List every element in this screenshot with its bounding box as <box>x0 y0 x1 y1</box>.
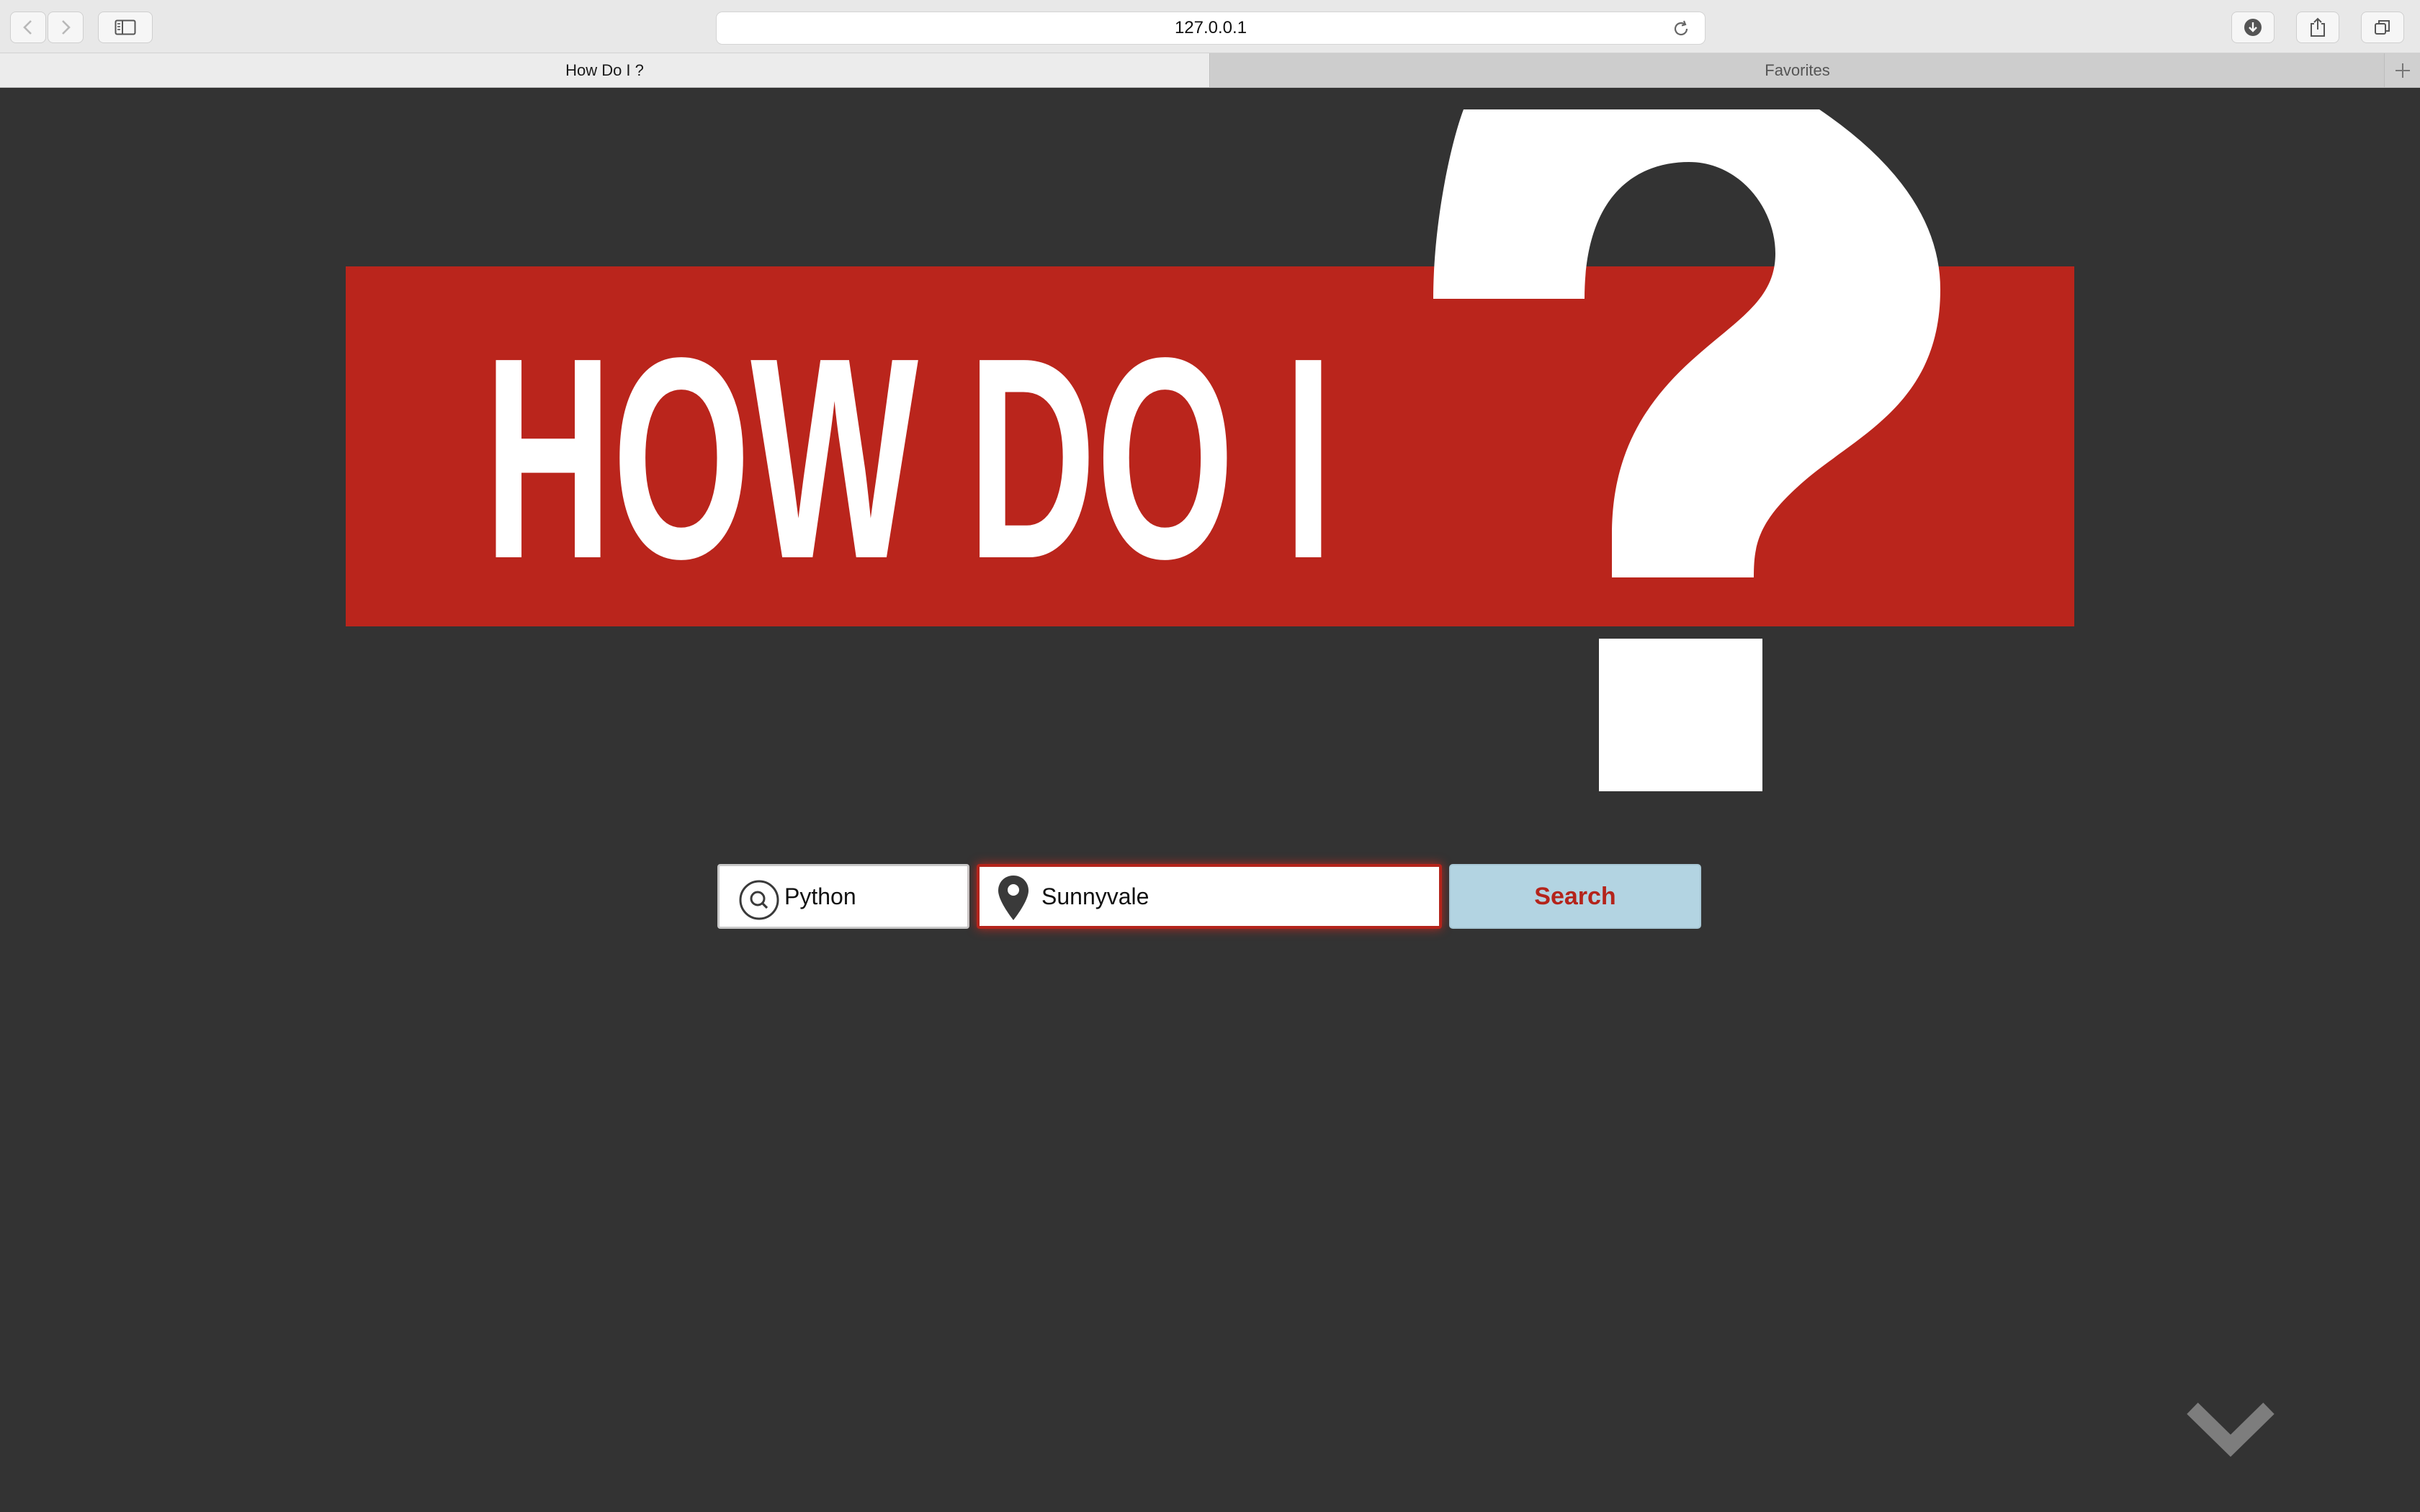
tab-overview-icon <box>2375 20 2390 35</box>
page-content: HOW DO I ? Python Sunnyvale Search <box>0 88 2420 1512</box>
share-icon <box>2311 17 2325 37</box>
tab-favorites[interactable]: Favorites <box>1211 53 2385 87</box>
location-field[interactable]: Sunnyvale <box>977 864 1442 929</box>
map-pin-icon <box>998 876 1028 920</box>
tab-overview-button[interactable] <box>2361 12 2404 43</box>
sidebar-toggle-button[interactable] <box>98 12 153 43</box>
back-button[interactable] <box>10 12 46 43</box>
chevron-left-icon <box>23 20 32 35</box>
browser-toolbar: 127.0.0.1 <box>0 0 2420 53</box>
download-icon <box>2244 19 2262 36</box>
search-icon <box>739 880 779 920</box>
downloads-button[interactable] <box>2231 12 2275 43</box>
question-mark-logo: ? <box>1433 109 1940 791</box>
plus-icon <box>2396 63 2410 78</box>
logo-text: HOW DO I <box>484 299 1333 618</box>
tab-bar: How Do I ? Favorites <box>0 53 2420 88</box>
forward-button[interactable] <box>48 12 84 43</box>
reload-icon[interactable] <box>1672 19 1690 38</box>
new-tab-button[interactable] <box>2385 53 2420 87</box>
chevron-down-icon[interactable] <box>2185 1401 2276 1459</box>
topic-input[interactable]: Python <box>784 866 856 927</box>
location-input[interactable]: Sunnyvale <box>1041 867 1149 926</box>
share-button[interactable] <box>2296 12 2339 43</box>
chevron-right-icon <box>62 20 71 35</box>
search-button[interactable]: Search <box>1449 864 1701 929</box>
topic-field[interactable]: Python <box>717 864 969 929</box>
sidebar-icon <box>115 19 136 35</box>
tab-how-do-i[interactable]: How Do I ? <box>0 53 1210 87</box>
address-bar[interactable]: 127.0.0.1 <box>716 12 1706 45</box>
url-text: 127.0.0.1 <box>1174 18 1247 37</box>
